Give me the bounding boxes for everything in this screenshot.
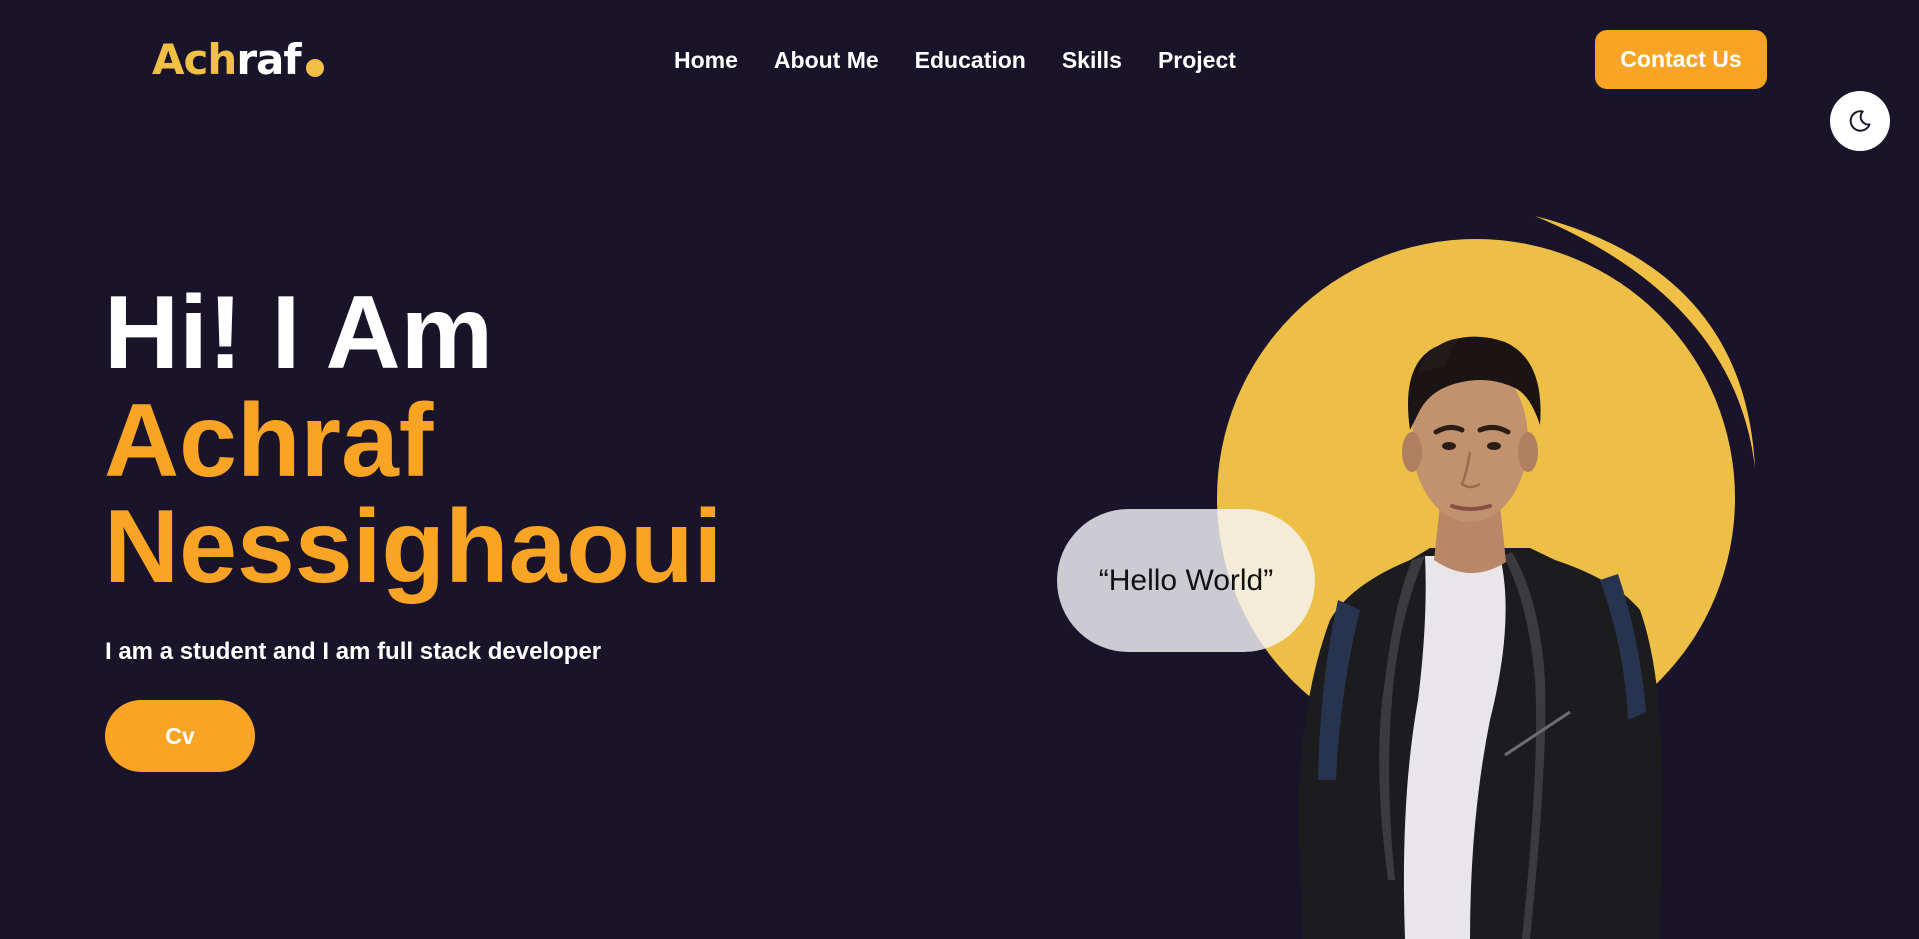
nav-item-skills[interactable]: Skills [1062,47,1122,74]
logo-accent-text: Ach [152,35,237,84]
moon-icon [1849,110,1871,132]
hero-description: I am a student and I am full stack devel… [105,638,602,665]
nav-item-project[interactable]: Project [1158,47,1236,74]
hero-name: Achraf Nessighaoui [104,388,722,600]
logo-main-text: raf [236,35,301,84]
nav-item-about-me[interactable]: About Me [774,47,879,74]
hello-world-bubble: “Hello World” [1057,509,1315,652]
logo-dot [306,59,324,77]
hero-name-first: Achraf [104,383,434,499]
nav-item-home[interactable]: Home [674,47,738,74]
hero-name-last: Nessighaoui [104,489,723,605]
cv-button[interactable]: Cv [105,700,255,772]
main-nav: Home About Me Education Skills Project [674,40,1236,80]
contact-us-button[interactable]: Contact Us [1595,30,1767,89]
hero-greeting: Hi! I Am [104,275,494,391]
portfolio-page: Achraf Home About Me Education Skills Pr… [0,0,1919,939]
nav-item-education[interactable]: Education [915,47,1026,74]
theme-toggle-button[interactable] [1830,91,1890,151]
logo[interactable]: Achraf [152,30,302,90]
